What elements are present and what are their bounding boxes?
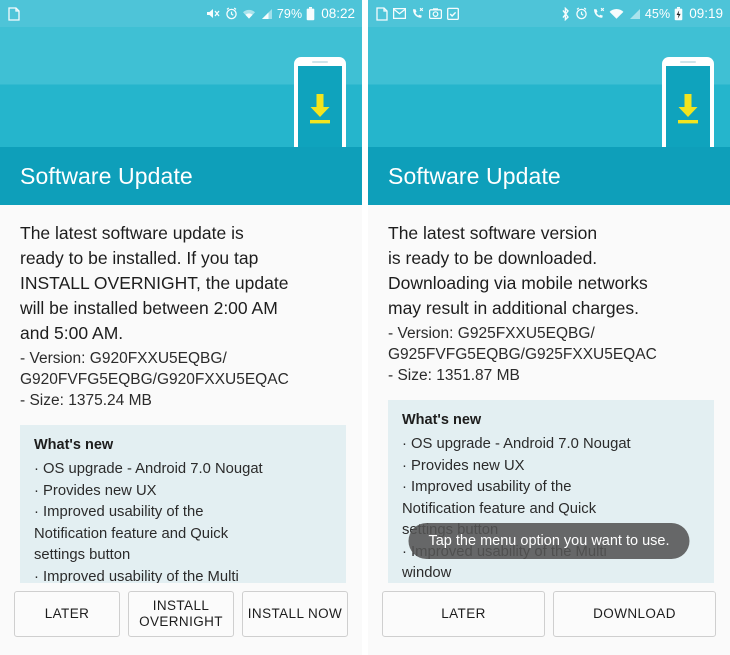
install-overnight-button[interactable]: INSTALL OVERNIGHT bbox=[128, 591, 234, 637]
page-title: Software Update bbox=[388, 162, 561, 189]
right-phone-screen: 45% 09:19 Software Update The latest sof… bbox=[368, 0, 730, 655]
later-button[interactable]: LATER bbox=[382, 591, 545, 637]
toast-message: Tap the menu option you want to use. bbox=[408, 523, 690, 559]
left-phone-screen: 79% 08:22 Software Update The latest sof… bbox=[0, 0, 362, 655]
phone-screen bbox=[666, 66, 710, 147]
status-indicators: 45% 09:19 bbox=[560, 6, 723, 21]
whats-new-title: What's new bbox=[402, 412, 482, 428]
phone-download-icon bbox=[294, 57, 346, 147]
update-description: The latest software version is ready to … bbox=[388, 223, 648, 318]
install-now-button[interactable]: INSTALL NOW bbox=[242, 591, 348, 637]
clock: 09:19 bbox=[689, 6, 723, 21]
status-indicators: 79% 08:22 bbox=[206, 6, 355, 21]
mute-icon bbox=[206, 7, 221, 20]
document-icon bbox=[376, 6, 388, 21]
whats-new-list: · OS upgrade - Android 7.0 Nougat · Prov… bbox=[402, 436, 631, 581]
clipboard-icon bbox=[447, 7, 459, 20]
camera-icon bbox=[429, 8, 442, 19]
button-bar: LATER INSTALL OVERNIGHT INSTALL NOW bbox=[0, 583, 362, 655]
battery-icon bbox=[306, 6, 315, 21]
update-metadata: - Version: G925FXXU5EQBG/ G925FVFG5EQBG/… bbox=[388, 325, 657, 384]
document-icon bbox=[8, 6, 20, 21]
missed-call-icon bbox=[411, 7, 424, 20]
phone-screen bbox=[298, 66, 342, 147]
wifi-icon bbox=[242, 8, 256, 20]
mail-icon bbox=[393, 8, 406, 19]
signal-icon bbox=[628, 8, 641, 20]
missed-call-icon bbox=[592, 7, 605, 20]
page-title: Software Update bbox=[20, 162, 193, 189]
wifi-icon bbox=[609, 8, 624, 20]
whats-new-list: · OS upgrade - Android 7.0 Nougat · Prov… bbox=[34, 461, 263, 583]
update-description: The latest software update is ready to b… bbox=[20, 223, 289, 343]
title-bar: Software Update bbox=[368, 147, 730, 205]
status-bar: 79% 08:22 bbox=[0, 0, 362, 27]
phone-download-icon bbox=[662, 57, 714, 147]
battery-percent: 45% bbox=[644, 6, 671, 21]
alarm-icon bbox=[225, 7, 238, 20]
content-area: The latest software version is ready to … bbox=[368, 205, 730, 583]
update-metadata: - Version: G920FXXU5EQBG/ G920FVFG5EQBG/… bbox=[20, 350, 289, 409]
download-arrow-icon bbox=[678, 94, 698, 124]
battery-percent: 79% bbox=[276, 6, 303, 21]
later-button[interactable]: LATER bbox=[14, 591, 120, 637]
whats-new-box: What's new · OS upgrade - Android 7.0 No… bbox=[20, 425, 346, 583]
signal-icon bbox=[260, 8, 273, 20]
clock: 08:22 bbox=[321, 6, 355, 21]
alarm-icon bbox=[575, 7, 588, 20]
download-arrow-icon bbox=[310, 94, 330, 124]
screenshot-root: 79% 08:22 Software Update The latest sof… bbox=[0, 0, 730, 655]
status-bar: 45% 09:19 bbox=[368, 0, 730, 27]
button-bar: LATER DOWNLOAD bbox=[368, 583, 730, 655]
content-area: The latest software update is ready to b… bbox=[0, 205, 362, 583]
hero-illustration bbox=[368, 27, 730, 147]
phone-speaker bbox=[312, 61, 328, 63]
phone-speaker bbox=[680, 61, 696, 63]
download-button[interactable]: DOWNLOAD bbox=[553, 591, 716, 637]
notification-icons bbox=[376, 6, 560, 21]
hero-illustration bbox=[0, 27, 362, 147]
whats-new-title: What's new bbox=[34, 437, 114, 453]
title-bar: Software Update bbox=[0, 147, 362, 205]
battery-charging-icon bbox=[674, 6, 683, 21]
notification-icons bbox=[8, 6, 206, 21]
bluetooth-icon bbox=[560, 6, 571, 21]
